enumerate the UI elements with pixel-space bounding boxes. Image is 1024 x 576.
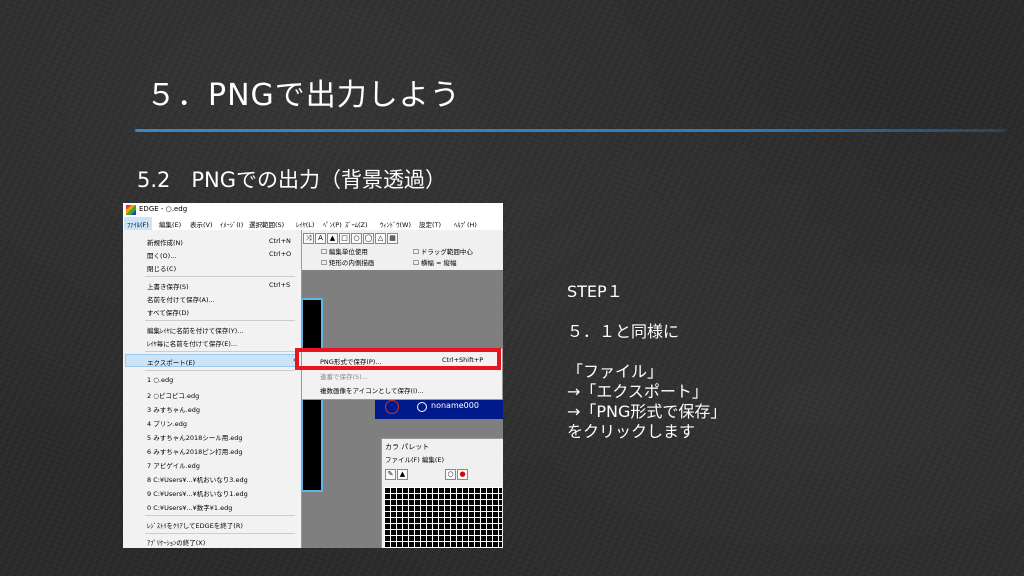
- recent-file-8[interactable]: 8 C:¥Users¥...¥机おいなり3.edg: [147, 474, 248, 484]
- submenu-save-sequence[interactable]: 連番で保存(S)...: [320, 371, 368, 381]
- layer-thumb-icon: [385, 400, 399, 414]
- rect-tool-icon[interactable]: □: [339, 233, 350, 244]
- palette-menu: ファイル(F) 編集(E): [385, 456, 445, 464]
- check-rectinside[interactable]: ☐ 矩形の内側描画: [321, 257, 374, 267]
- menu-item-clear-registry[interactable]: ﾚｼﾞｽﾄﾘをｸﾘｱしてEDGEを終了(R): [147, 520, 243, 530]
- menu-item-save-key: Ctrl+S: [269, 281, 291, 289]
- recent-file-9[interactable]: 9 C:¥Users¥...¥机おいなり1.edg: [147, 488, 248, 498]
- grid-tool-icon[interactable]: ▦: [387, 233, 398, 244]
- palette-color-grid[interactable]: [384, 487, 502, 548]
- layer-circle-icon: [417, 402, 427, 412]
- menu-bar: ﾌｧｲﾙ(F) 編集(E) 表示(V) ｲﾒｰｼﾞ(I) 選択範囲(S) ﾚｲﾔ…: [123, 217, 503, 231]
- palette-red-icon[interactable]: ●: [457, 469, 468, 480]
- text-tool-icon[interactable]: A: [315, 233, 326, 244]
- menu-pen[interactable]: ﾍﾟﾝ(P): [323, 219, 342, 229]
- edge-screenshot: EDGE - ○.edg ﾌｧｲﾙ(F) 編集(E) 表示(V) ｲﾒｰｼﾞ(I…: [123, 203, 503, 548]
- separator: [145, 370, 295, 371]
- app-icon: [126, 205, 136, 215]
- highlight-box: [295, 348, 501, 370]
- menu-item-open[interactable]: 開く(O)...: [147, 250, 176, 260]
- window-title: EDGE - ○.edg: [139, 205, 188, 213]
- circle-tool-icon[interactable]: ○: [351, 233, 362, 244]
- recent-file-5[interactable]: 5 みすちゃん2018シール用.edg: [147, 432, 243, 442]
- slide-subtitle: 5.2 PNGでの出力（背景透過）: [137, 168, 447, 192]
- check-aspect-label: 横幅 = 縦幅: [420, 259, 457, 267]
- menu-item-new[interactable]: 新規作成(N): [147, 237, 183, 247]
- slide-title: ５．PNGで出力しよう: [146, 78, 461, 113]
- palette-toolbar: ✎ ▲ ○ ●: [385, 467, 501, 485]
- recent-file-0[interactable]: 0 C:¥Users¥...¥数字¥1.edg: [147, 502, 232, 512]
- menu-edit[interactable]: 編集(E): [159, 219, 181, 229]
- recent-file-3[interactable]: 3 みすちゃん.edg: [147, 404, 200, 414]
- palette-fill-icon[interactable]: ▲: [397, 469, 408, 480]
- menu-zoom[interactable]: ｽﾞｰﾑ(Z): [345, 219, 368, 229]
- separator: [145, 533, 295, 534]
- submenu-save-icon[interactable]: 複数画像をアイコンとして保存(I)...: [320, 385, 424, 395]
- recent-file-1[interactable]: 1 ○.edg: [147, 376, 173, 384]
- palette-title: カラ パレット: [385, 443, 430, 451]
- check-dragcenter[interactable]: ☐ ドラッグ範囲中心: [413, 246, 473, 256]
- menu-item-save[interactable]: 上書き保存(S): [147, 281, 189, 291]
- title-underline: [135, 129, 1005, 132]
- menu-image[interactable]: ｲﾒｰｼﾞ(I): [220, 219, 243, 229]
- shape-tool-icon[interactable]: △: [375, 233, 386, 244]
- check-editunit-label: 編集単位使用: [328, 248, 368, 256]
- layer-name: noname000: [431, 401, 479, 410]
- menu-item-open-key: Ctrl+O: [269, 250, 292, 258]
- separator: [145, 320, 295, 321]
- toolbar: ⤨ A ▲ □ ○ ◯ △ ▦ ☐ 編集単位使用 ☐ ドラッグ範囲中心 ☐ 矩形…: [301, 230, 503, 270]
- palette-pen-icon[interactable]: ✎: [385, 469, 396, 480]
- menu-help[interactable]: ﾍﾙﾌﾟ(H): [454, 219, 477, 229]
- lasso-tool-icon[interactable]: ⤨: [303, 233, 314, 244]
- check-rectinside-label: 矩形の内側描画: [328, 259, 375, 267]
- ellipse-tool-icon[interactable]: ◯: [363, 233, 374, 244]
- check-aspect[interactable]: ☐ 横幅 = 縦幅: [413, 257, 457, 267]
- check-dragcenter-label: ドラッグ範囲中心: [420, 248, 473, 256]
- file-menu: 新規作成(N) Ctrl+N 開く(O)... Ctrl+O 閉じる(C) 上書…: [123, 230, 302, 548]
- menu-item-save-each-layer[interactable]: ﾚｲﾔ毎に名前を付けて保存(E)...: [147, 338, 237, 348]
- separator: [145, 276, 295, 277]
- recent-file-4[interactable]: 4 プリン.edg: [147, 418, 187, 428]
- menu-item-saveas[interactable]: 名前を付けて保存(A)...: [147, 294, 215, 304]
- menu-view[interactable]: 表示(V): [190, 219, 213, 229]
- menu-settings[interactable]: 設定(T): [419, 219, 441, 229]
- recent-file-7[interactable]: 7 アピゲイル.edg: [147, 460, 200, 470]
- menu-item-exit[interactable]: ｱﾌﾟﾘｹｰｼｮﾝの終了(X): [147, 537, 205, 547]
- window-titlebar: EDGE - ○.edg: [123, 203, 503, 217]
- menu-layer[interactable]: ﾚｲﾔ(L): [296, 219, 314, 229]
- separator: [145, 515, 295, 516]
- menu-item-close[interactable]: 閉じる(C): [147, 263, 176, 273]
- check-editunit[interactable]: ☐ 編集単位使用: [321, 246, 368, 256]
- menu-window[interactable]: ｳｨﾝﾄﾞｳ(W): [380, 219, 411, 229]
- menu-item-saveall[interactable]: すべて保存(D): [147, 307, 189, 317]
- menu-file[interactable]: ﾌｧｲﾙ(F): [124, 217, 152, 230]
- recent-file-2[interactable]: 2 ○ピコピコ.edg: [147, 390, 199, 400]
- step-instructions: STEP１ ５．１と同様に 「ファイル」 →「エクスポート」 →「PNG形式で保…: [567, 282, 727, 441]
- palette-window: カラ パレット ファイル(F) 編集(E) ✎ ▲ ○ ●: [381, 438, 503, 548]
- menu-item-export[interactable]: エクスポート(E): [147, 357, 195, 367]
- fill-tool-icon[interactable]: ▲: [327, 233, 338, 244]
- menu-select[interactable]: 選択範囲(S): [249, 219, 284, 229]
- menu-item-save-layer[interactable]: 編集ﾚｲﾔに名前を付けて保存(Y)...: [147, 325, 244, 335]
- menu-item-new-key: Ctrl+N: [269, 237, 291, 245]
- separator: [145, 351, 295, 352]
- palette-circle-icon[interactable]: ○: [445, 469, 456, 480]
- recent-file-6[interactable]: 6 みすちゃん2018ピン打用.edg: [147, 446, 243, 456]
